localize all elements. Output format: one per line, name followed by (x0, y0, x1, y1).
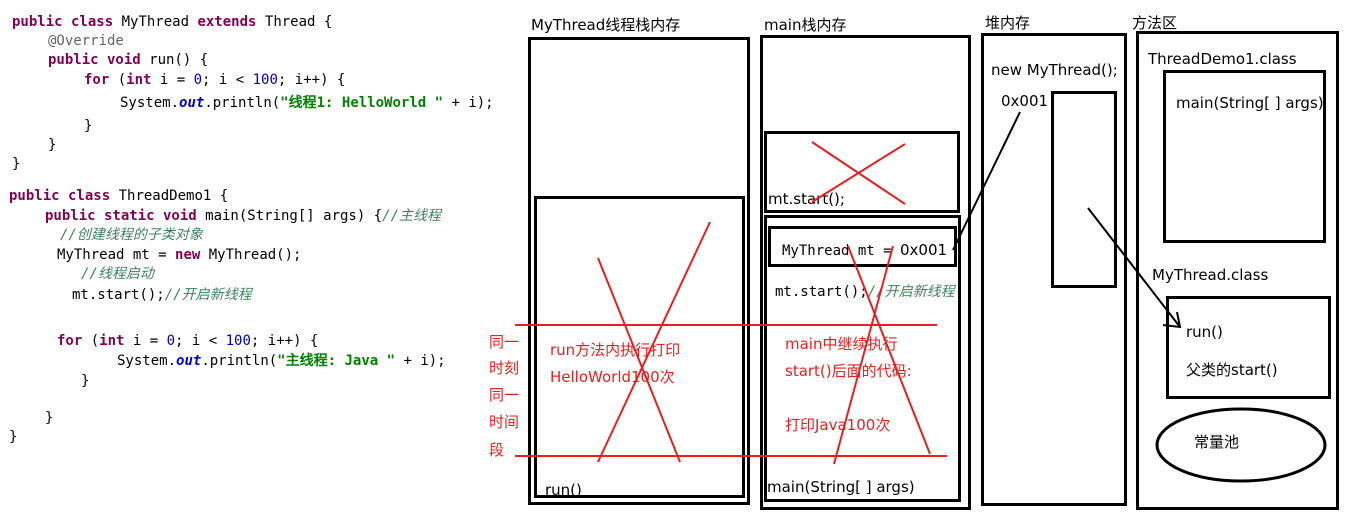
run-cross-2 (597, 221, 711, 463)
diagram-overlay (515, 111, 1327, 483)
method-reference-arrow (1087, 207, 1181, 328)
start-frame-cross-2 (811, 143, 906, 203)
main-cross-1 (847, 245, 931, 455)
run-cross-1 (597, 257, 681, 463)
constant-pool-ellipse (1155, 407, 1327, 483)
reference-arrow (952, 111, 1021, 251)
main-cross-2 (833, 245, 894, 465)
